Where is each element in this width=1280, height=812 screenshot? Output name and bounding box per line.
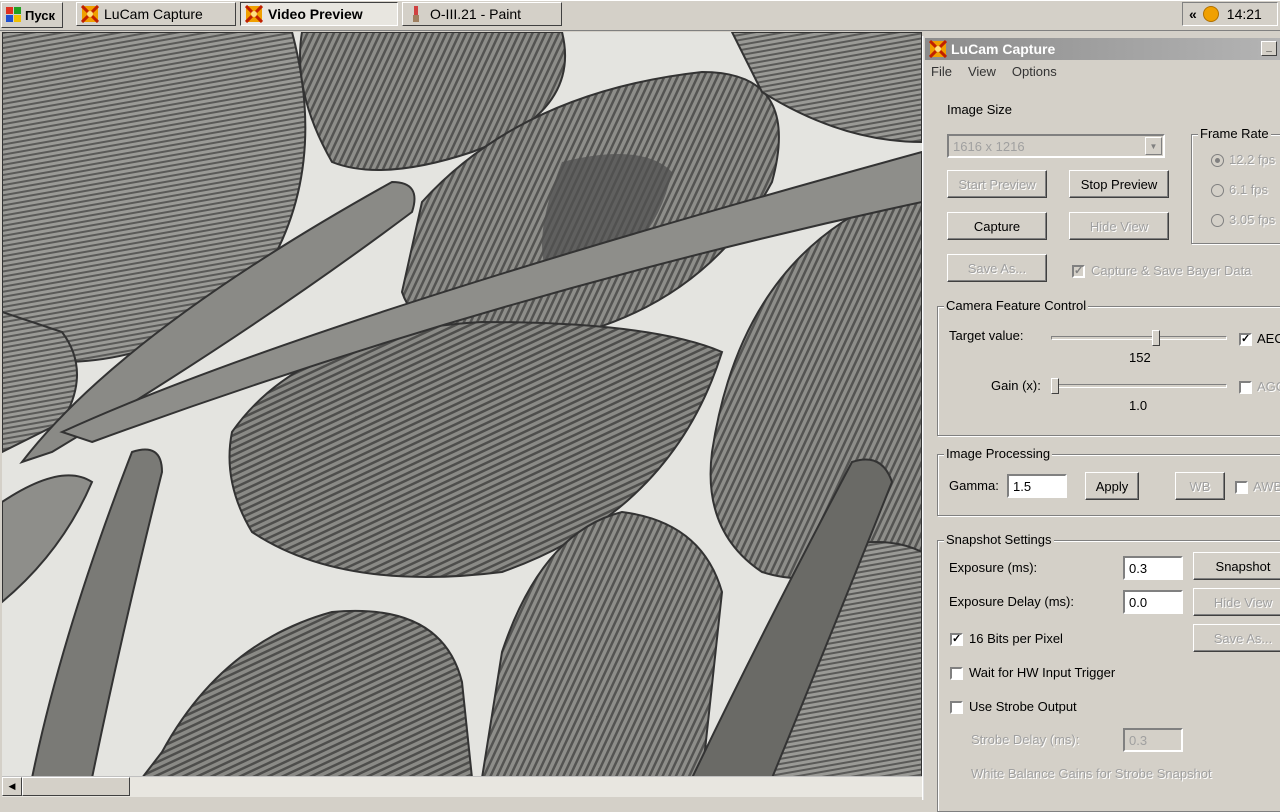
- lucam-icon: [245, 5, 263, 23]
- agc-label: AGC: [1257, 379, 1280, 394]
- frame-rate-radio-6[interactable]: [1211, 184, 1224, 197]
- clock: 14:21: [1226, 6, 1262, 22]
- hw-trigger-checkbox[interactable]: [950, 667, 963, 680]
- camera-feature-title: Camera Feature Control: [944, 298, 1089, 313]
- snapshot-save-as-button[interactable]: Save As...: [1193, 624, 1280, 652]
- frame-rate-radio-12[interactable]: [1211, 154, 1224, 167]
- wb-gains-label: White Balance Gains for Strobe Snapshot: [971, 766, 1212, 781]
- hw-trigger-label: Wait for HW Input Trigger: [969, 665, 1116, 680]
- lucam-icon: [81, 5, 99, 23]
- strobe-delay-label: Strobe Delay (ms):: [971, 732, 1080, 747]
- image-size-value: 1616 x 1216: [953, 139, 1025, 154]
- aec-checkbox[interactable]: ✓: [1239, 333, 1252, 346]
- capture-bayer-label: Capture & Save Bayer Data: [1091, 263, 1252, 278]
- image-processing-title: Image Processing: [944, 446, 1053, 461]
- microscope-image: [2, 32, 922, 778]
- awb-checkbox[interactable]: [1235, 481, 1248, 494]
- 16-bits-label: 16 Bits per Pixel: [969, 631, 1063, 646]
- window-title: LuCam Capture: [951, 41, 1056, 57]
- strobe-delay-input[interactable]: 0.3: [1123, 728, 1183, 752]
- exposure-delay-input[interactable]: 0.0: [1123, 590, 1183, 614]
- exposure-input[interactable]: 0.3: [1123, 556, 1183, 580]
- paint-icon: [413, 6, 419, 22]
- menu-options[interactable]: Options: [1012, 64, 1057, 79]
- gamma-input[interactable]: 1.5: [1007, 474, 1067, 498]
- scroll-thumb[interactable]: [22, 777, 130, 796]
- task-label: O-III.21 - Paint: [430, 6, 522, 22]
- frame-rate-option: 12.2 fps: [1229, 152, 1276, 167]
- strobe-output-label: Use Strobe Output: [969, 699, 1077, 714]
- tray-expand-chevron[interactable]: «: [1189, 6, 1197, 22]
- apply-button[interactable]: Apply: [1085, 472, 1139, 500]
- snapshot-settings-title: Snapshot Settings: [944, 532, 1054, 547]
- aec-label: AEC: [1257, 331, 1280, 346]
- hide-view-button[interactable]: Hide View: [1069, 212, 1169, 240]
- target-value-readout: 152: [1129, 350, 1151, 365]
- 16-bits-checkbox[interactable]: ✓: [950, 633, 963, 646]
- target-slider-track[interactable]: [1051, 336, 1227, 340]
- menu-bar: File View Options: [931, 64, 1057, 79]
- exposure-delay-label: Exposure Delay (ms):: [949, 594, 1074, 609]
- taskbar: Пуск LuCam Capture Video Preview O-III.2…: [0, 0, 1280, 31]
- snapshot-button[interactable]: Snapshot: [1193, 552, 1280, 580]
- minimize-button[interactable]: _: [1261, 41, 1277, 56]
- gain-slider-knob[interactable]: [1051, 378, 1059, 394]
- target-value-label: Target value:: [949, 328, 1024, 343]
- window-titlebar[interactable]: LuCam Capture _: [925, 38, 1280, 60]
- system-tray: « 14:21: [1182, 2, 1278, 26]
- snapshot-hide-view-button[interactable]: Hide View: [1193, 588, 1280, 616]
- chevron-down-icon[interactable]: ▼: [1145, 137, 1162, 155]
- agc-checkbox[interactable]: [1239, 381, 1252, 394]
- gamma-label: Gamma:: [949, 478, 999, 493]
- lucam-icon: [929, 40, 947, 58]
- video-preview-image: [2, 32, 922, 778]
- capture-bayer-checkbox[interactable]: ✓: [1072, 265, 1085, 278]
- exposure-label: Exposure (ms):: [949, 560, 1038, 575]
- menu-view[interactable]: View: [968, 64, 996, 79]
- gain-value-readout: 1.0: [1129, 398, 1148, 413]
- camera-feature-group: Camera Feature Control: [937, 298, 1280, 436]
- capture-button[interactable]: Capture: [947, 212, 1047, 240]
- gain-label: Gain (x):: [991, 378, 1041, 393]
- horizontal-scrollbar[interactable]: ◀: [2, 776, 922, 797]
- gain-slider-track[interactable]: [1051, 384, 1227, 388]
- frame-rate-option: 6.1 fps: [1229, 182, 1269, 197]
- task-lucam-capture[interactable]: LuCam Capture: [76, 2, 236, 26]
- frame-rate-option: 3.05 fps: [1229, 212, 1276, 227]
- stop-preview-button[interactable]: Stop Preview: [1069, 170, 1169, 198]
- scroll-left-arrow-icon[interactable]: ◀: [2, 777, 22, 796]
- start-button[interactable]: Пуск: [1, 2, 63, 28]
- menu-file[interactable]: File: [931, 64, 952, 79]
- task-paint[interactable]: O-III.21 - Paint: [402, 2, 562, 26]
- awb-label: AWB: [1253, 479, 1280, 494]
- image-size-select[interactable]: 1616 x 1216 ▼: [947, 134, 1165, 158]
- tray-app-icon[interactable]: [1202, 6, 1219, 22]
- start-label: Пуск: [25, 7, 55, 23]
- start-preview-button[interactable]: Start Preview: [947, 170, 1047, 198]
- task-video-preview[interactable]: Video Preview: [240, 2, 398, 26]
- save-as-button[interactable]: Save As...: [947, 254, 1047, 282]
- task-label: Video Preview: [268, 6, 363, 22]
- frame-rate-radio-3[interactable]: [1211, 214, 1224, 227]
- strobe-output-checkbox[interactable]: [950, 701, 963, 714]
- wb-button[interactable]: WB: [1175, 472, 1225, 500]
- image-size-label: Image Size: [947, 102, 1013, 117]
- task-label: LuCam Capture: [104, 6, 203, 22]
- frame-rate-title: Frame Rate: [1198, 126, 1271, 141]
- target-slider-knob[interactable]: [1151, 330, 1160, 346]
- windows-flag-icon: [6, 7, 22, 23]
- lucam-capture-window: LuCam Capture _ File View Options Image …: [922, 36, 1280, 812]
